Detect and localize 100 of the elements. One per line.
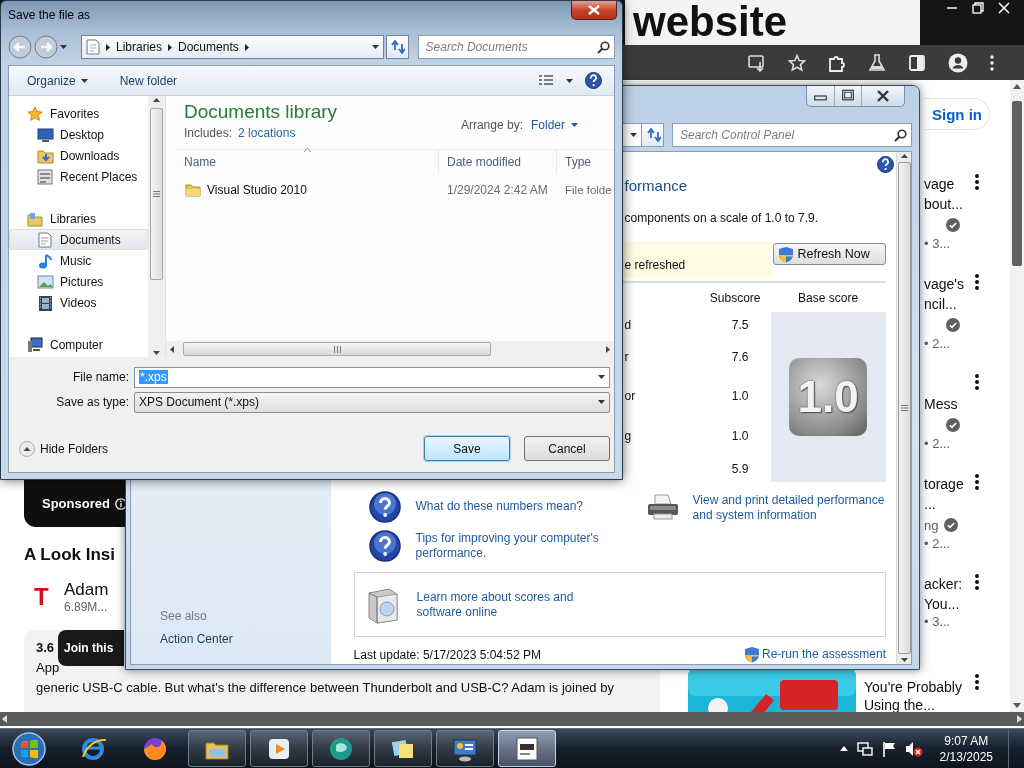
video-title[interactable]: ...	[924, 494, 936, 514]
refresh-icon	[644, 128, 661, 142]
flag-icon[interactable]	[881, 740, 896, 757]
help-link[interactable]: What do these numbers mean?	[415, 499, 616, 514]
hide-folders-button[interactable]: Hide Folders	[19, 440, 109, 457]
locations-link[interactable]: 2 locations	[238, 126, 296, 141]
more-icon[interactable]	[975, 374, 979, 390]
scroll-up-icon[interactable]	[900, 154, 908, 158]
rerun-assessment-link[interactable]: Re-run the assessment	[761, 647, 887, 662]
more-icon[interactable]	[975, 474, 979, 490]
file-name[interactable]: Visual Studio 2010	[207, 183, 307, 197]
file-type-dropdown[interactable]: XPS Document (*.xps)	[134, 391, 610, 413]
search-icon[interactable]	[894, 128, 907, 142]
join-button[interactable]: Join this	[58, 630, 124, 666]
breadcrumb-item[interactable]: Libraries	[116, 40, 163, 54]
scroll-left-icon[interactable]	[170, 345, 174, 353]
forward-button[interactable]	[34, 35, 58, 59]
arrange-by-menu[interactable]: Folder	[531, 118, 578, 132]
performance-details-link[interactable]: View and print detailed performance and system information	[692, 493, 893, 523]
video-title[interactable]: Mess	[924, 394, 958, 414]
scroll-down-icon[interactable]	[1013, 703, 1021, 708]
column-header[interactable]: Date modified	[439, 149, 557, 174]
refresh-now-button[interactable]: Refresh Now	[772, 243, 886, 265]
volume-muted-icon[interactable]	[904, 740, 923, 757]
scroll-right-icon[interactable]	[606, 345, 610, 353]
channel-logo[interactable]: T	[24, 583, 64, 611]
new-folder-button[interactable]: New folder	[119, 73, 178, 88]
organize-menu[interactable]: Organize	[27, 73, 88, 88]
scrollbar-thumb[interactable]	[183, 342, 491, 356]
search-icon[interactable]	[597, 40, 610, 54]
help-link[interactable]: Tips for improving your computer's performance.	[415, 530, 616, 561]
video-title[interactable]: vage's	[924, 274, 965, 294]
more-icon[interactable]	[975, 574, 979, 590]
nav-item[interactable]: Desktop	[9, 124, 148, 145]
scroll-up-icon[interactable]	[153, 98, 160, 102]
breadcrumb-item[interactable]: Documents	[178, 40, 239, 54]
video-title[interactable]: You're Probably	[864, 678, 962, 696]
dropdown-caret-icon[interactable]	[598, 375, 605, 379]
video-title[interactable]: Using the...	[864, 696, 935, 712]
video-title[interactable]: vage	[924, 174, 955, 194]
learn-more-link[interactable]: Learn more about scores and software online	[416, 589, 602, 620]
start-button[interactable]	[12, 731, 46, 766]
video-title[interactable]: bout...	[924, 194, 963, 214]
puzzle-icon[interactable]	[828, 53, 846, 72]
show-hidden-icon[interactable]	[839, 746, 848, 751]
nav-item[interactable]: Favorites	[9, 103, 148, 124]
more-icon[interactable]	[975, 174, 979, 190]
close-button[interactable]	[571, 1, 617, 20]
menu-icon[interactable]	[990, 54, 994, 71]
cancel-button[interactable]: Cancel	[524, 436, 610, 461]
sign-in-button[interactable]: Sign in	[924, 98, 990, 130]
close-icon[interactable]	[998, 2, 1010, 14]
scroll-left-icon[interactable]	[2, 715, 7, 723]
scroll-up-icon[interactable]	[1013, 84, 1021, 89]
side-panel-icon[interactable]	[908, 53, 926, 72]
flask-icon[interactable]	[868, 53, 886, 72]
more-icon[interactable]	[975, 674, 979, 690]
search-field[interactable]: Search Control Panel	[672, 123, 912, 147]
address-bar[interactable]: Libraries Documents	[81, 35, 384, 59]
video-title[interactable]: acker:	[924, 574, 963, 594]
save-button[interactable]: Save	[424, 436, 510, 461]
scroll-down-icon[interactable]	[153, 351, 160, 355]
more-icon[interactable]	[975, 274, 979, 290]
column-header[interactable]: Name	[176, 149, 439, 174]
nav-item[interactable]: Music	[9, 250, 148, 271]
view-caret-icon[interactable]	[566, 78, 573, 83]
nav-item[interactable]: Downloads	[9, 145, 148, 166]
scrollbar-thumb[interactable]	[1012, 101, 1022, 266]
nav-item[interactable]: Computer	[9, 334, 148, 355]
scrollbar-thumb[interactable]	[897, 162, 911, 654]
network-icon[interactable]	[856, 740, 873, 757]
install-icon[interactable]	[748, 53, 766, 72]
see-also-link[interactable]: Action Center	[160, 632, 331, 646]
video-title[interactable]: You...	[924, 594, 960, 614]
scroll-down-icon[interactable]	[900, 658, 908, 662]
scrollbar-thumb[interactable]	[150, 108, 163, 280]
refresh-button[interactable]	[641, 123, 664, 147]
video-title[interactable]: ncil...	[924, 294, 957, 314]
scroll-right-icon[interactable]	[1017, 715, 1022, 723]
nav-item[interactable]: Videos	[9, 292, 148, 313]
refresh-button[interactable]	[385, 35, 409, 59]
nav-item[interactable]: Recent Places	[9, 166, 148, 187]
back-button[interactable]	[8, 35, 32, 59]
help-icon[interactable]	[585, 72, 602, 89]
nav-item[interactable]: Documents	[9, 229, 148, 250]
refresh-icon	[389, 40, 406, 54]
video-title[interactable]: torage	[924, 474, 964, 494]
star-icon[interactable]	[788, 53, 806, 72]
profile-icon[interactable]	[948, 52, 968, 73]
view-icon[interactable]	[538, 73, 554, 88]
search-field[interactable]: Search Documents	[417, 35, 615, 59]
column-header[interactable]: Type	[557, 149, 591, 174]
channel-name[interactable]: Adam	[64, 580, 109, 600]
document-viewer-icon[interactable]	[513, 734, 541, 763]
dropdown-caret-icon[interactable]	[598, 400, 605, 404]
nav-item[interactable]: Libraries	[9, 208, 148, 229]
restore-icon[interactable]	[972, 2, 984, 14]
nav-item[interactable]: Pictures	[9, 271, 148, 292]
dropdown-caret-icon[interactable]	[630, 133, 637, 137]
help-icon[interactable]	[877, 156, 895, 173]
